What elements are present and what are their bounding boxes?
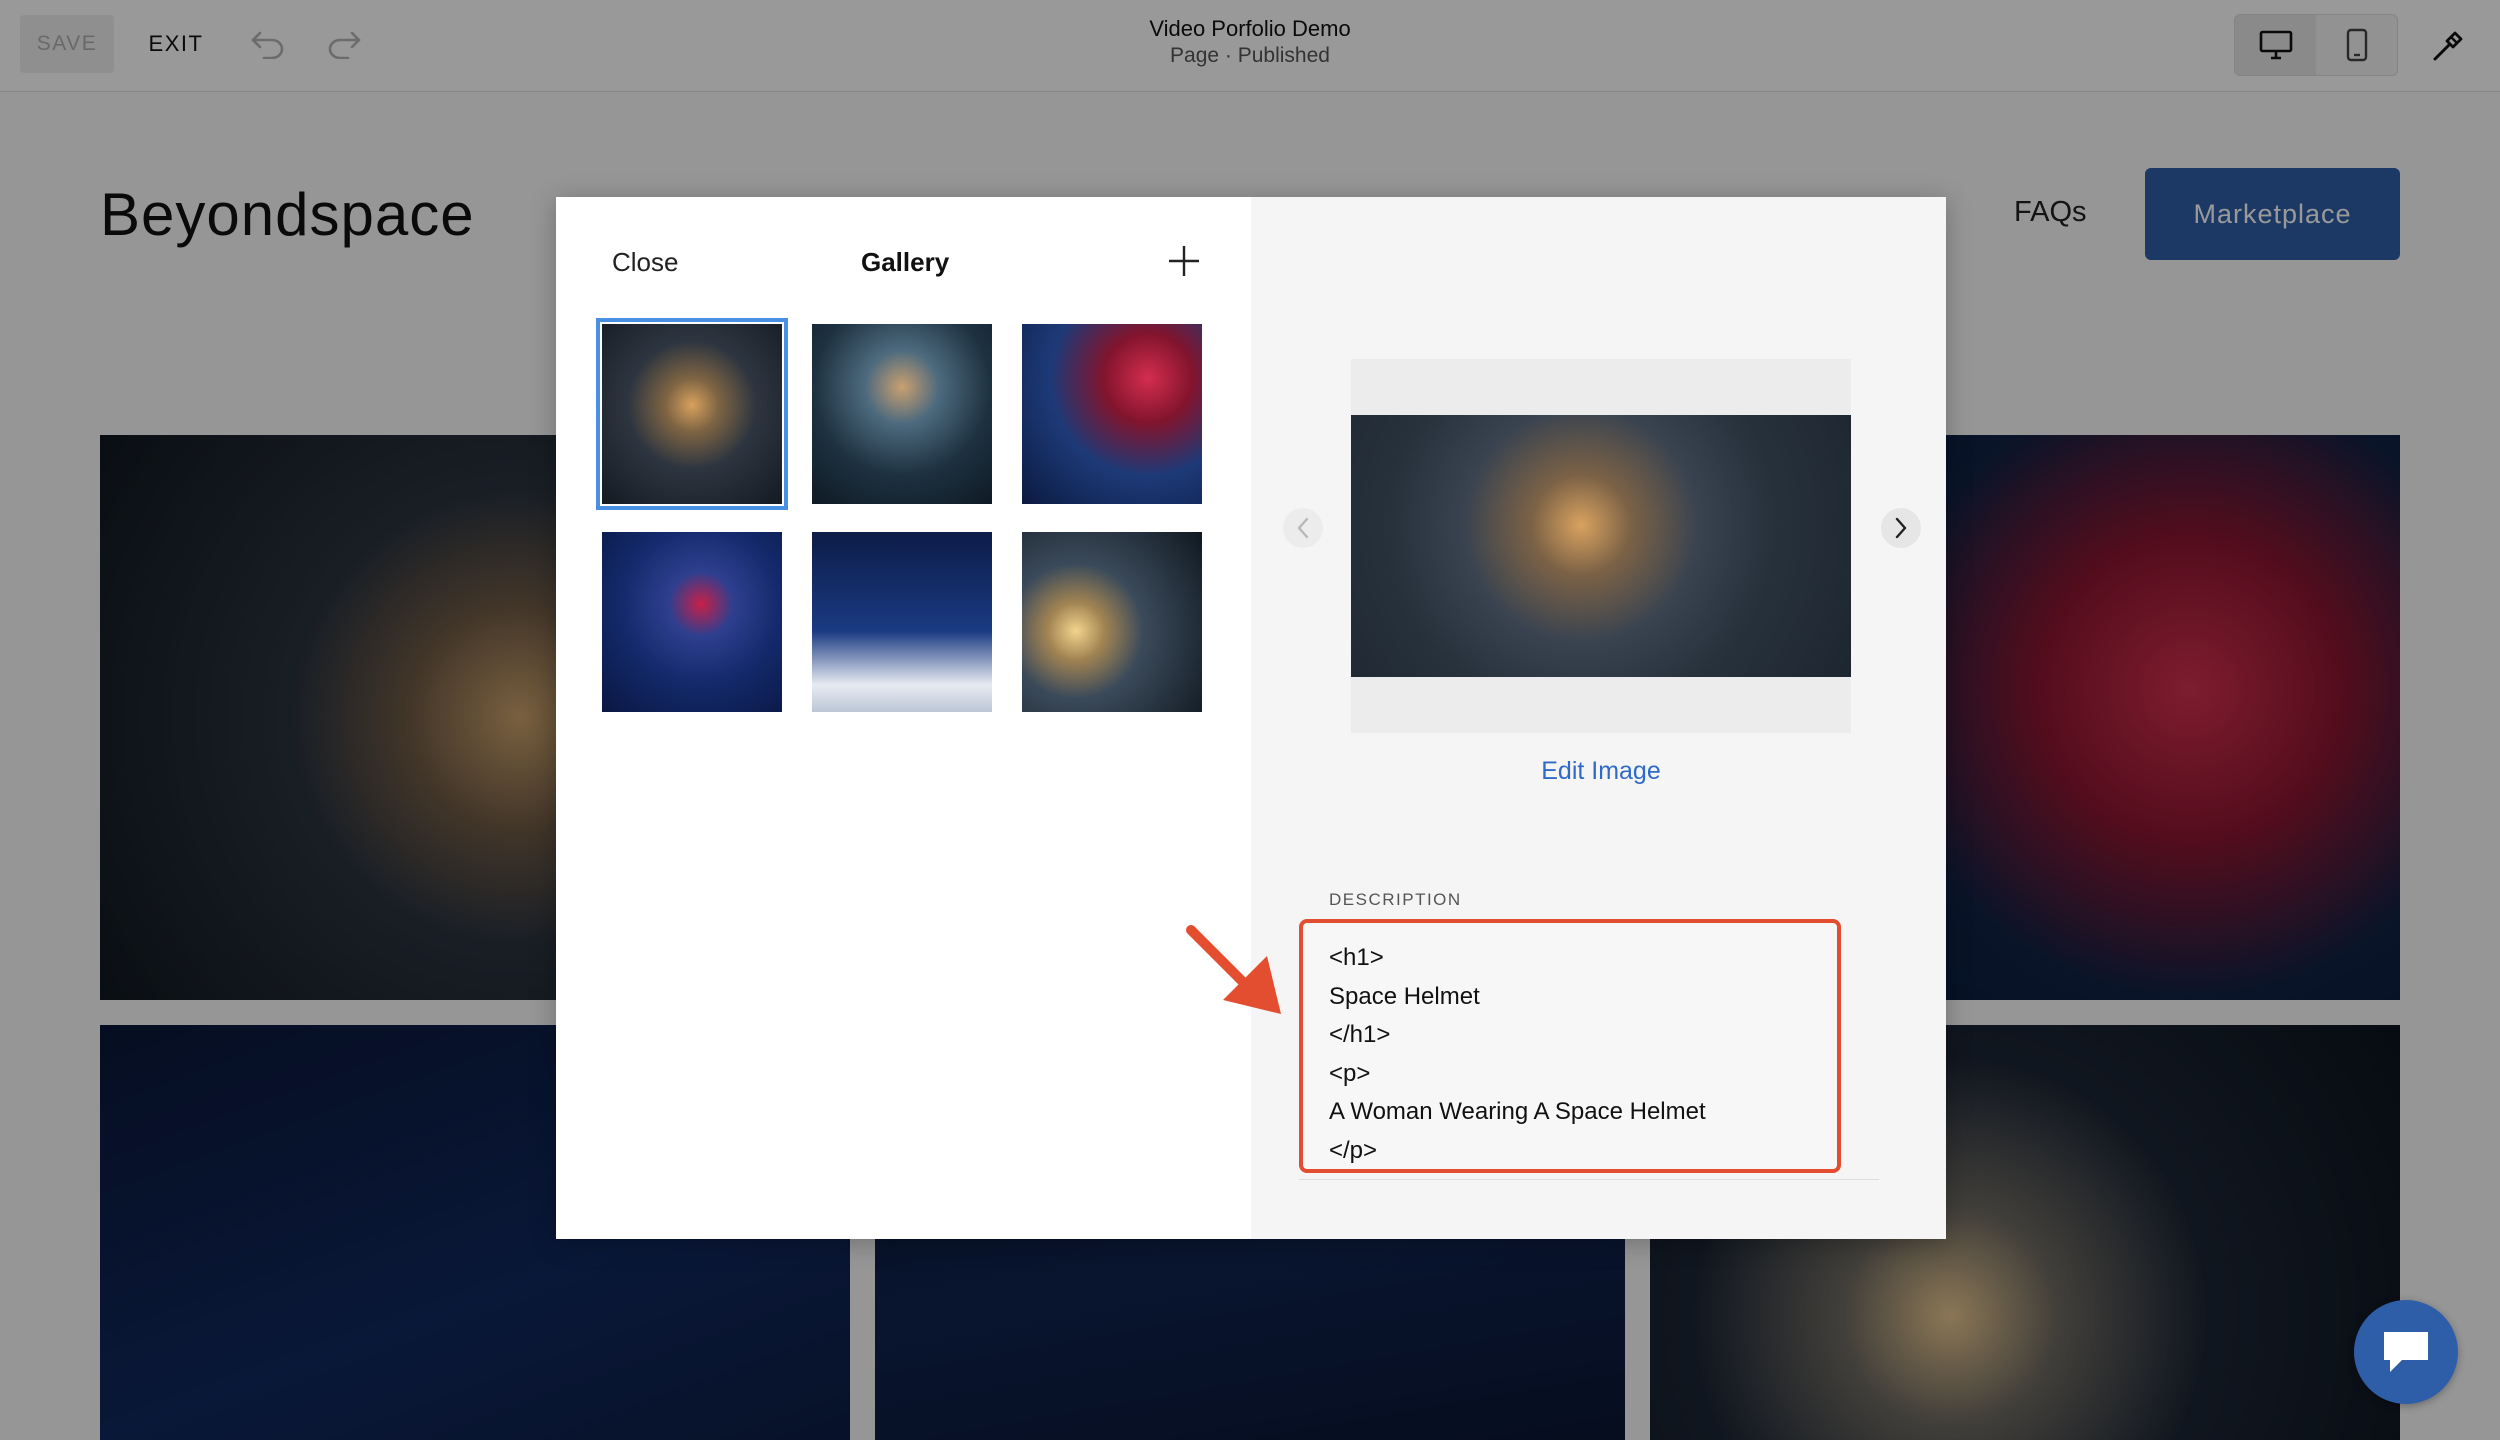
chevron-right-icon[interactable]	[1881, 508, 1921, 548]
gallery-title: Gallery	[861, 247, 950, 277]
image-preview	[1351, 415, 1851, 677]
thumbnail-glowing-orb[interactable]	[1022, 532, 1202, 712]
close-button[interactable]: Close	[612, 247, 678, 278]
description-label: DESCRIPTION	[1329, 890, 1462, 909]
arrow-annotation-icon	[1185, 922, 1285, 1022]
thumbnail-rose[interactable]	[1022, 324, 1202, 504]
gallery-panel: Close Gallery	[556, 197, 1251, 1239]
edit-image-link[interactable]: Edit Image	[1526, 757, 1676, 786]
gallery-editor-modal: Close Gallery Edit Image DESCRIPTION <h1…	[556, 197, 1946, 1239]
image-detail-panel: Edit Image DESCRIPTION <h1> Space Helmet…	[1251, 197, 1946, 1239]
chat-icon[interactable]	[2354, 1300, 2458, 1404]
overlay-dim-toolbar	[0, 0, 2500, 92]
thumbnail-grid	[596, 318, 1212, 712]
description-field[interactable]: <h1> Space Helmet </h1> <p> A Woman Wear…	[1299, 919, 1841, 1173]
thumbnail-moon-surface[interactable]	[812, 532, 992, 712]
thumbnail-space-helmet[interactable]	[596, 318, 788, 510]
description-divider	[1299, 1179, 1879, 1180]
chevron-left-icon[interactable]	[1283, 508, 1323, 548]
thumbnail-astronaut-coat[interactable]	[812, 324, 992, 504]
plus-icon[interactable]	[1164, 241, 1204, 281]
thumbnail-girl-with-rose[interactable]	[602, 532, 782, 712]
